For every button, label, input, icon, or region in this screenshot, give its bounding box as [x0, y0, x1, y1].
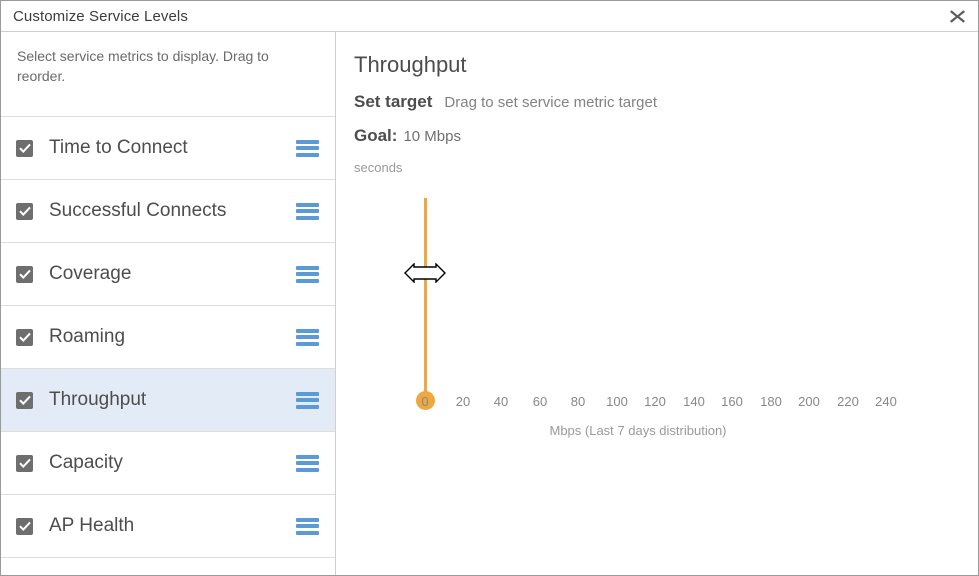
- dialog-body: Select service metrics to display. Drag …: [1, 32, 978, 575]
- metric-label: Time to Connect: [49, 137, 188, 158]
- axis-tick: 120: [644, 394, 666, 409]
- x-axis-label: Mbps (Last 7 days distribution): [549, 423, 727, 438]
- dialog-titlebar: Customize Service Levels: [1, 1, 978, 32]
- checkbox-checked-icon[interactable]: [16, 454, 33, 472]
- metric-row-ap-health[interactable]: AP Health: [1, 495, 335, 558]
- axis-tick: 80: [570, 394, 586, 409]
- checkbox-checked-icon[interactable]: [16, 202, 33, 220]
- close-icon[interactable]: [946, 5, 968, 27]
- metric-row-roaming[interactable]: Roaming: [1, 306, 335, 369]
- axis-tick: 200: [798, 394, 820, 409]
- metric-label: Successful Connects: [49, 200, 227, 221]
- sidebar-hint: Select service metrics to display. Drag …: [1, 32, 335, 117]
- metric-row-capacity[interactable]: Capacity: [1, 432, 335, 495]
- metric-row-partial[interactable]: [1, 558, 335, 575]
- axis-tick: 220: [837, 394, 859, 409]
- checkbox-checked-icon[interactable]: [16, 328, 33, 346]
- metrics-sidebar: Select service metrics to display. Drag …: [1, 32, 336, 575]
- axis-tick: 160: [721, 394, 743, 409]
- customize-service-levels-dialog: Customize Service Levels Select service …: [0, 0, 979, 576]
- metric-label: AP Health: [49, 515, 135, 536]
- metric-row-time-to-connect[interactable]: Time to Connect: [1, 117, 335, 180]
- drag-handle-icon[interactable]: [296, 265, 319, 283]
- throughput-distribution-plot: 0 20 40 60 80 100 120 140 160 180 200 22…: [336, 32, 978, 575]
- target-slider-line[interactable]: [424, 198, 427, 394]
- goal-label: Goal:: [354, 126, 398, 145]
- axis-tick: 240: [875, 394, 897, 409]
- drag-handle-icon[interactable]: [296, 139, 319, 157]
- drag-handle-icon[interactable]: [296, 328, 319, 346]
- checkbox-checked-icon[interactable]: [16, 517, 33, 535]
- dialog-title: Customize Service Levels: [13, 7, 188, 25]
- axis-tick: 180: [760, 394, 782, 409]
- metric-label: Roaming: [49, 326, 126, 347]
- set-target-label: Set target: [354, 92, 433, 111]
- set-target-hint: Drag to set service metric target: [444, 94, 657, 111]
- checkbox-checked-icon[interactable]: [16, 139, 33, 157]
- checkbox-checked-icon[interactable]: [16, 391, 33, 409]
- drag-handle-icon[interactable]: [296, 391, 319, 409]
- metric-row-coverage[interactable]: Coverage: [1, 243, 335, 306]
- metric-label: Throughput: [49, 389, 147, 410]
- drag-handle-icon[interactable]: [296, 517, 319, 535]
- axis-tick: 40: [493, 394, 509, 409]
- goal-value: 10 Mbps: [403, 128, 461, 145]
- metric-detail-panel: Throughput Set target Drag to set servic…: [336, 32, 978, 575]
- page-title: Throughput: [354, 52, 467, 77]
- metric-row-throughput[interactable]: Throughput: [1, 369, 335, 432]
- drag-handle-icon[interactable]: [296, 454, 319, 472]
- goal-line: Goal: 10 Mbps: [354, 126, 978, 146]
- y-axis-label: seconds: [354, 160, 403, 175]
- axis-tick: 100: [606, 394, 628, 409]
- metric-label: Capacity: [49, 452, 123, 473]
- target-slider-knob[interactable]: [416, 391, 435, 410]
- set-target-line: Set target Drag to set service metric ta…: [354, 92, 978, 112]
- metric-label: Coverage: [49, 263, 132, 284]
- metrics-list: Time to Connect Successful Connects Cove…: [1, 117, 335, 575]
- axis-tick: 60: [532, 394, 548, 409]
- axis-tick: 140: [683, 394, 705, 409]
- axis-tick: 20: [455, 394, 471, 409]
- metric-row-successful-connects[interactable]: Successful Connects: [1, 180, 335, 243]
- drag-handle-icon[interactable]: [296, 202, 319, 220]
- checkbox-checked-icon[interactable]: [16, 265, 33, 283]
